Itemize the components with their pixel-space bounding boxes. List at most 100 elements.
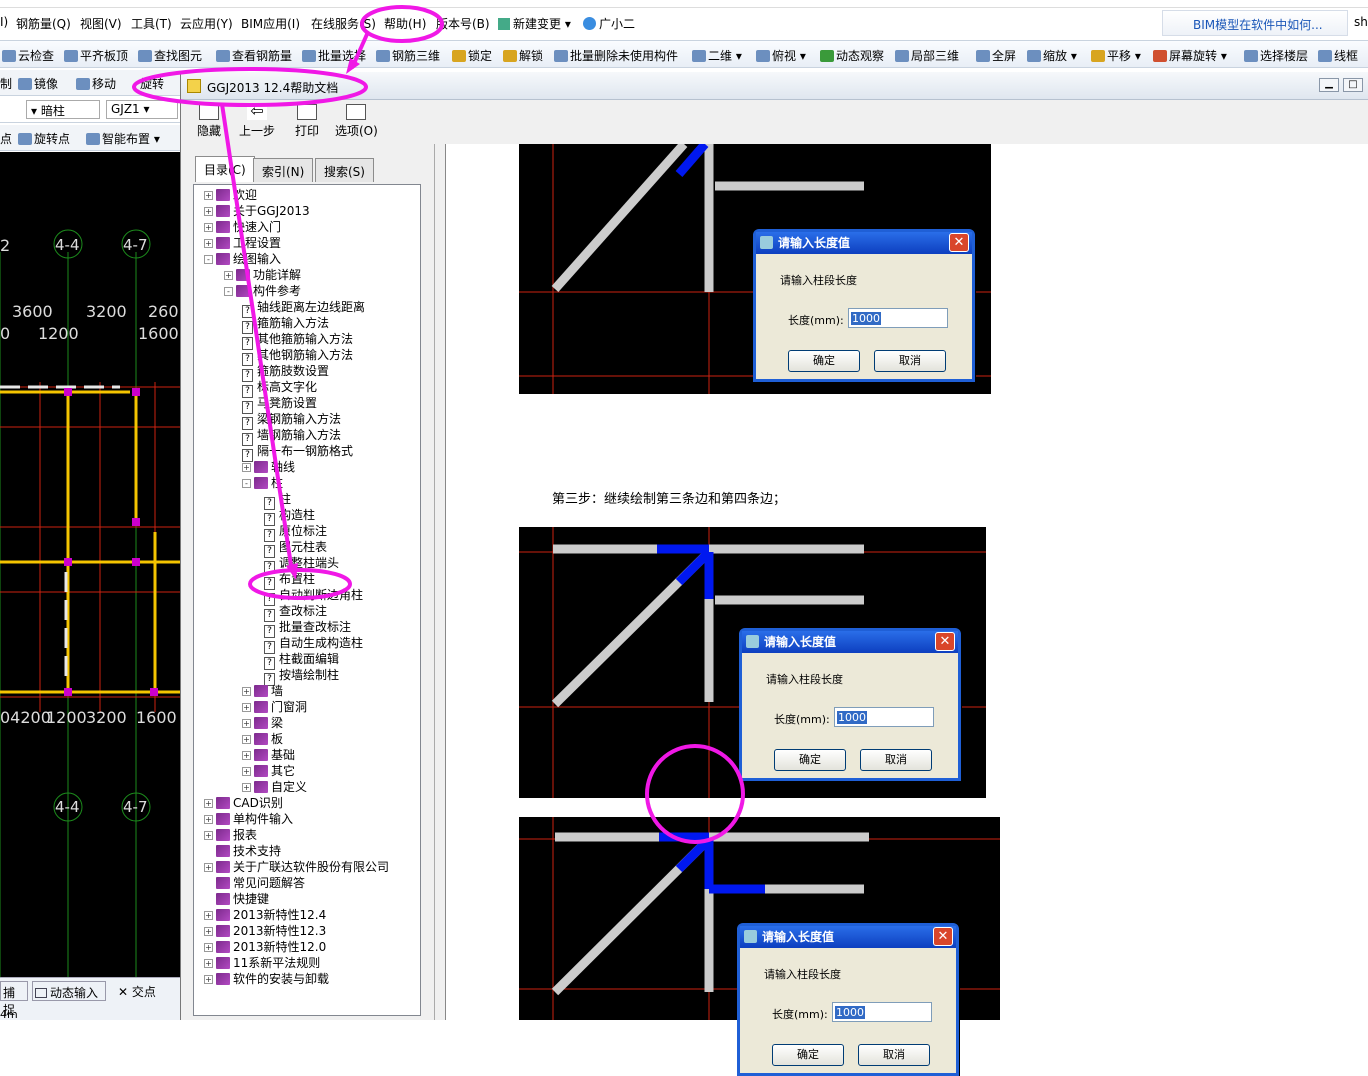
expand-icon[interactable]: + <box>204 927 213 936</box>
tree-item[interactable]: ? 柱 <box>264 491 291 510</box>
tree-item[interactable]: + 欢迎 <box>204 187 257 203</box>
expand-icon[interactable]: + <box>242 463 251 472</box>
tree-item[interactable]: + 软件的安装与卸载 <box>204 971 329 987</box>
tree-item[interactable]: ? 马凳筋设置 <box>242 395 317 414</box>
snap-toggle[interactable]: 捕捉 <box>0 981 28 1017</box>
tool-item[interactable]: 制 <box>0 75 12 92</box>
tree-item[interactable]: + 单构件输入 <box>204 811 293 827</box>
expand-icon[interactable]: + <box>204 943 213 952</box>
intersection-snap[interactable]: ✕ 交点 <box>118 983 156 1000</box>
tree-item[interactable]: + 门窗洞 <box>242 699 307 715</box>
tree-item[interactable]: 技术支持 <box>204 843 281 859</box>
tree-item[interactable]: ? 梁钢筋输入方法 <box>242 411 341 430</box>
tree-item[interactable]: ? 隔一布一钢筋格式 <box>242 443 353 462</box>
local-3d-button[interactable]: 局部三维 <box>895 47 959 64</box>
ok-button[interactable]: 确定 <box>772 1044 844 1066</box>
close-button[interactable]: ✕ <box>949 233 969 252</box>
menu-help[interactable]: 帮助(H) <box>384 15 426 32</box>
expand-icon[interactable]: + <box>224 271 233 280</box>
select-floor-button[interactable]: 选择楼层 <box>1244 47 1308 64</box>
tree-item[interactable]: + 轴线 <box>242 459 295 475</box>
tab-index[interactable]: 索引(N) <box>253 158 314 182</box>
tree-item[interactable]: ? 自动判断边角柱 <box>264 587 363 606</box>
collapse-icon[interactable]: - <box>242 479 251 488</box>
minimize-button[interactable]: ▁ <box>1319 78 1339 92</box>
hide-button[interactable]: 隐藏 <box>197 104 221 139</box>
tree-item[interactable]: +2013新特性12.4 <box>204 907 326 923</box>
tab-contents[interactable]: 目录(C) <box>195 156 255 182</box>
smart-layout-dropdown[interactable]: 智能布置 ▾ <box>86 130 160 147</box>
rotate-point-button[interactable]: 旋转点 <box>18 130 70 147</box>
collapse-icon[interactable]: - <box>224 287 233 296</box>
tree-item[interactable]: ? 柱截面编辑 <box>264 651 339 670</box>
tree-item[interactable]: ? 其他箍筋输入方法 <box>242 331 353 350</box>
cancel-button[interactable]: 取消 <box>858 1044 930 1066</box>
component-type-select[interactable]: ▾ 暗柱 <box>26 100 100 119</box>
length-input[interactable]: 1000 <box>848 308 948 328</box>
tree-item[interactable]: + 梁 <box>242 715 283 731</box>
batch-delete-unused-button[interactable]: 批量删除未使用构件 <box>554 47 678 64</box>
screen-rotate-dropdown[interactable]: 屏幕旋转 ▾ <box>1153 47 1227 64</box>
component-name-select[interactable]: GJZ1 ▾ <box>106 100 178 119</box>
expand-icon[interactable]: + <box>204 911 213 920</box>
ok-button[interactable]: 确定 <box>774 749 846 771</box>
tree-item[interactable]: + 工程设置 <box>204 235 281 251</box>
pan-dropdown[interactable]: 平移 ▾ <box>1091 47 1141 64</box>
expand-icon[interactable]: + <box>204 191 213 200</box>
tree-item[interactable]: + 关于GGJ2013 <box>204 203 310 219</box>
rebar-3d-button[interactable]: 钢筋三维 <box>376 47 440 64</box>
tree-item[interactable]: + 报表 <box>204 827 257 843</box>
tree-item[interactable]: + 墙 <box>242 683 283 699</box>
expand-icon[interactable]: + <box>242 703 251 712</box>
options-button[interactable]: 选项(O) <box>335 104 378 139</box>
length-input[interactable]: 1000 <box>832 1002 932 1022</box>
cancel-button[interactable]: 取消 <box>874 350 946 372</box>
length-input[interactable]: 1000 <box>834 707 934 727</box>
cancel-button[interactable]: 取消 <box>860 749 932 771</box>
expand-icon[interactable]: + <box>242 783 251 792</box>
tree-item[interactable]: ? 批量查改标注 <box>264 619 351 638</box>
tree-item[interactable]: 快捷键 <box>204 891 269 907</box>
tree-item[interactable]: ? 自动生成构造柱 <box>264 635 363 654</box>
expand-icon[interactable]: + <box>242 735 251 744</box>
expand-icon[interactable]: + <box>204 863 213 872</box>
expand-icon[interactable]: + <box>242 719 251 728</box>
unlock-button[interactable]: 解锁 <box>503 47 543 64</box>
expand-icon[interactable]: + <box>242 767 251 776</box>
tree-item[interactable]: + 功能详解 <box>224 267 301 283</box>
top-view-dropdown[interactable]: 俯视 ▾ <box>756 47 806 64</box>
cloud-check-button[interactable]: 云检查 <box>2 47 54 64</box>
collapse-icon[interactable]: - <box>204 255 213 264</box>
expand-icon[interactable]: + <box>204 959 213 968</box>
expand-icon[interactable]: + <box>204 207 213 216</box>
tree-item[interactable]: + 关于广联达软件股份有限公司 <box>204 859 389 875</box>
2d-view-dropdown[interactable]: 二维 ▾ <box>692 47 742 64</box>
dynamic-input-toggle[interactable]: 动态输入 <box>32 981 106 1001</box>
expand-icon[interactable]: + <box>204 799 213 808</box>
menu-rebar-quantity[interactable]: 钢筋量(Q) <box>16 15 71 32</box>
tree-item[interactable]: ? 其他钢筋输入方法 <box>242 347 353 366</box>
tree-item[interactable]: 常见问题解答 <box>204 875 305 891</box>
expand-icon[interactable]: + <box>204 831 213 840</box>
lock-button[interactable]: 锁定 <box>452 47 492 64</box>
tree-item[interactable]: +2013新特性12.0 <box>204 939 326 955</box>
view-rebar-quantity-button[interactable]: 查看钢筋量 <box>216 47 292 64</box>
tree-item[interactable]: ? 箍筋输入方法 <box>242 315 329 334</box>
tree-item[interactable]: + 基础 <box>242 747 295 763</box>
tree-item[interactable]: ? 墙钢筋输入方法 <box>242 427 341 446</box>
menu-guangxiaoer[interactable]: 广小二 <box>583 15 635 32</box>
tree-item[interactable]: + 其它 <box>242 763 295 779</box>
expand-icon[interactable]: + <box>204 815 213 824</box>
tree-item[interactable]: ? 查改标注 <box>264 603 327 622</box>
batch-select-button[interactable]: 批量选择 <box>302 47 366 64</box>
menu-online-service[interactable]: 在线服务(S) <box>311 15 376 32</box>
tree-item[interactable]: + 快速入门 <box>204 219 281 235</box>
menu-new-change[interactable]: 新建变更 ▾ <box>498 15 571 32</box>
ok-button[interactable]: 确定 <box>788 350 860 372</box>
close-button[interactable]: ✕ <box>935 632 955 651</box>
tree-item[interactable]: ? 布置柱 <box>264 571 315 590</box>
tree-item[interactable]: - 构件参考 <box>224 283 301 299</box>
tree-item[interactable]: ? 轴线距离左边线距离 <box>242 299 365 318</box>
drawing-canvas[interactable]: 2 4-4 4-7 3600 3200 260 0 1200 1600 0420… <box>0 152 180 977</box>
tree-item[interactable]: ? 按墙绘制柱 <box>264 667 339 686</box>
